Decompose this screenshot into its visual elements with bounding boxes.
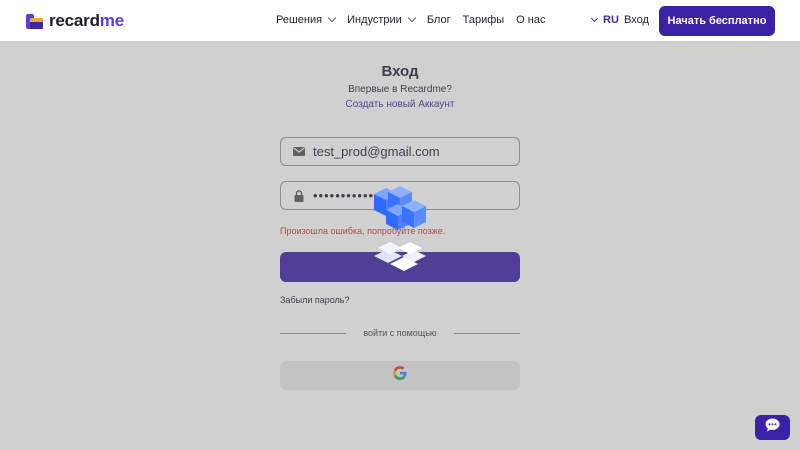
divider-text: войти с помощью [363, 328, 437, 338]
chat-bubble-icon [765, 418, 780, 437]
language-code: RU [603, 14, 619, 26]
nav-label: Индустрии [347, 14, 402, 26]
nav-item-pricing[interactable]: Тарифы [463, 14, 505, 26]
nav-item-about[interactable]: О нас [516, 14, 545, 26]
nav-label: Блог [426, 14, 451, 26]
google-icon [393, 366, 407, 385]
divider-line [280, 333, 346, 334]
loading-cubes-icon [366, 184, 434, 280]
forgot-password-link[interactable]: Забыли пароль? [280, 295, 349, 305]
nav-item-solutions[interactable]: Решения [276, 13, 337, 26]
logo-text: recardme [49, 11, 124, 30]
nav-label: О нас [516, 14, 546, 26]
lock-icon [293, 189, 305, 202]
password-value: ••••••••••• [313, 188, 375, 203]
nav-item-industries[interactable]: Индустрии [347, 13, 417, 26]
page-title: Вход [381, 63, 419, 80]
logo-icon [26, 13, 43, 30]
main-nav: Решения Индустрии Блог Тарифы О нас [276, 13, 557, 26]
mail-icon [293, 147, 305, 156]
email-value: test_prod@gmail.com [313, 144, 440, 159]
page-subtitle: Впервые в Recardme? [348, 84, 452, 95]
start-free-button[interactable]: Начать бесплатно [659, 6, 775, 36]
google-login-button[interactable] [280, 361, 520, 390]
language-selector[interactable]: RU [590, 14, 619, 26]
chevron-down-icon [590, 14, 599, 22]
site-header: recardme Решения Индустрии Блог Тарифы О… [0, 0, 800, 41]
nav-label: Тарифы [462, 14, 505, 26]
logo[interactable]: recardme [26, 11, 124, 31]
chat-widget-button[interactable] [755, 415, 790, 440]
email-field[interactable]: test_prod@gmail.com [280, 137, 520, 166]
login-link[interactable]: Вход [624, 14, 649, 26]
divider-line [454, 333, 520, 334]
nav-item-blog[interactable]: Блог [427, 14, 451, 26]
chevron-down-icon [407, 13, 417, 23]
nav-label: Решения [276, 14, 323, 26]
create-account-link[interactable]: Создать новый Аккаунт [0, 99, 800, 110]
chevron-down-icon [327, 13, 337, 23]
